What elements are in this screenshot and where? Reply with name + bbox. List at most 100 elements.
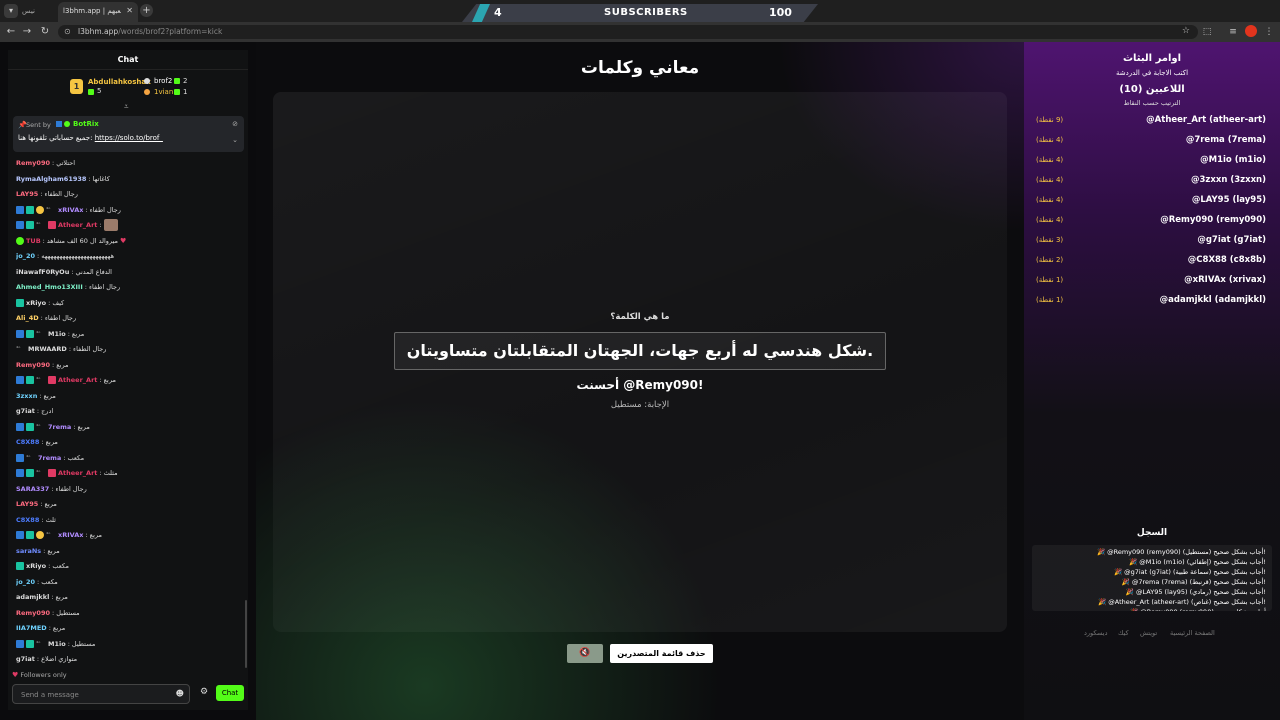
pinned-link[interactable]: https://solo.to/brof_ xyxy=(95,134,163,142)
collapse-icon[interactable]: ⩡ xyxy=(124,102,129,112)
send-chat-button[interactable]: Chat xyxy=(216,685,244,701)
footer-link[interactable]: ديسكورد xyxy=(1084,629,1107,637)
chat-username[interactable]: Atheer_Art xyxy=(58,376,97,384)
tab-inactive-label: نيس xyxy=(22,7,35,15)
chat-username[interactable]: Ahmed_Hmo13XIII xyxy=(16,283,83,291)
chat-message: ⁴ᵒ 7rema: مكعب xyxy=(16,451,242,465)
chat-username[interactable]: g7iat xyxy=(16,407,35,415)
chat-separator: : xyxy=(37,577,40,586)
log-entry: 🎉 @Remy090 (remy090) أجاب بشكل صحيح (مست… xyxy=(1096,548,1266,556)
chat-username[interactable]: Remy090 xyxy=(16,159,50,167)
leaderboard-title: اوامر البثاث xyxy=(1122,53,1182,64)
og-badge-icon: ⁴ᵒ xyxy=(26,454,31,461)
subscriber-goal-label: SUBSCRIBERS xyxy=(604,7,688,18)
leaderboard-player-name: @7rema (7rema) xyxy=(1185,135,1266,145)
chat-settings-gear-icon[interactable]: ⚙ xyxy=(200,687,208,697)
chat-scrollbar[interactable] xyxy=(245,600,247,668)
back-arrow-icon[interactable]: ← xyxy=(4,25,18,39)
chat-separator: : xyxy=(99,221,102,229)
chat-message: ⁴ᵒ Atheer_Art: xyxy=(16,218,242,232)
reload-icon[interactable]: ↻ xyxy=(38,25,52,39)
gifter-2-name[interactable]: brof2 xyxy=(154,77,172,85)
gifter-rank-badge: 1 xyxy=(70,79,83,94)
followers-only-text: Followers only xyxy=(20,671,67,679)
chat-message-list[interactable]: Remy090: احتلاتي RymaAlgham61938: كاغاتها LA… xyxy=(8,156,244,668)
chat-username[interactable]: g7iat xyxy=(16,655,35,663)
tab-inactive[interactable]: نيس xyxy=(22,4,58,18)
chat-input-box: ☻ xyxy=(12,684,190,704)
site-info-icon[interactable]: ⊙ xyxy=(64,27,71,36)
chat-username[interactable]: C8X88 xyxy=(16,516,39,524)
media-control-icon[interactable]: ≡ xyxy=(1226,25,1240,39)
forward-arrow-icon[interactable]: → xyxy=(20,25,34,39)
chat-username[interactable]: MRWAARD xyxy=(28,345,67,353)
pinned-text: جميع حساباتي تلقونها هنا: https://solo.t… xyxy=(18,134,163,142)
chat-message: IIA7MED: مربع xyxy=(16,621,242,635)
chat-message: Remy090: احتلاتي xyxy=(16,156,242,170)
chat-message-text: مستطيل xyxy=(56,608,80,617)
browser-menu-icon[interactable]: ⋮ xyxy=(1262,25,1276,39)
chat-username[interactable]: Atheer_Art xyxy=(58,221,97,229)
profile-avatar[interactable] xyxy=(1245,25,1257,37)
chat-username[interactable]: jo_20 xyxy=(16,578,35,586)
chat-username[interactable]: C8X88 xyxy=(16,438,39,446)
kick-badge-icon xyxy=(16,329,24,338)
footer-links: الصفحة الرئيسية تويتش كيك ديسكورد xyxy=(1024,629,1280,639)
chat-username[interactable]: 3zxxn xyxy=(16,392,37,400)
log-list[interactable]: 🎉 @Remy090 (remy090) أجاب بشكل صحيح (مست… xyxy=(1032,545,1272,611)
tab-close-icon[interactable]: ✕ xyxy=(126,6,133,15)
chat-username[interactable]: RymaAlgham61938 xyxy=(16,175,86,183)
address-bar[interactable]: ⊙ l3bhm.app/words/brof2?platform=kick ☆ xyxy=(58,25,1198,39)
gifter-1-name[interactable]: Abdullahkoshak xyxy=(88,78,151,86)
leaderboard-player-name: @g7iat (g7iat) xyxy=(1197,235,1266,245)
chat-username[interactable]: Remy090 xyxy=(16,609,50,617)
footer-link[interactable]: كيك xyxy=(1118,629,1129,637)
chat-username[interactable]: SARA337 xyxy=(16,485,49,493)
pinned-bot-name[interactable]: BotRix xyxy=(73,120,99,128)
gifter-3-name[interactable]: 1vian xyxy=(154,88,173,96)
tab-active[interactable]: l3bhm.app | العبهم ✕ xyxy=(58,2,138,22)
chat-username[interactable]: LAY95 xyxy=(16,500,38,508)
sound-toggle-icon[interactable]: 🔇 xyxy=(567,644,603,663)
chat-username[interactable]: Remy090 xyxy=(16,361,50,369)
footer-link[interactable]: الصفحة الرئيسية xyxy=(1170,629,1215,637)
tab-search-icon[interactable]: ▾ xyxy=(4,4,18,18)
chat-separator: : xyxy=(52,159,55,167)
new-tab-icon[interactable]: + xyxy=(140,4,153,17)
chat-username[interactable]: 7rema xyxy=(48,423,71,431)
chat-username[interactable]: jo_20 xyxy=(16,252,35,260)
chat-message-text: مستطيل xyxy=(71,639,96,648)
chat-input[interactable] xyxy=(21,689,171,701)
chat-username[interactable]: xRIVAx xyxy=(58,206,83,214)
chat-username[interactable]: xRIVAx xyxy=(58,531,83,539)
clear-leaderboard-button[interactable]: حذف قائمة المتصدرين xyxy=(610,644,713,663)
bookmark-star-icon[interactable]: ☆ xyxy=(1182,26,1190,36)
chat-username[interactable]: xRiyo xyxy=(26,299,46,307)
chat-username[interactable]: M1io xyxy=(48,330,66,338)
log-entry: 🎉 @LAY95 (lay95) أجاب بشكل صحيح (رمادي)! xyxy=(1125,588,1266,596)
chat-username[interactable]: LAY95 xyxy=(16,190,38,198)
og-badge-icon: ⁴ᵒ xyxy=(16,346,21,352)
answer-text: الإجابة: مستطيل xyxy=(610,400,670,410)
chat-username[interactable]: TUB xyxy=(26,237,41,245)
unpin-icon[interactable]: ⊘ xyxy=(232,120,238,128)
footer-link[interactable]: تويتش xyxy=(1140,629,1157,637)
kick-badge-icon xyxy=(16,205,24,214)
chat-message: ⁴ᵒ 7rema: مربع xyxy=(16,420,242,434)
chat-username[interactable]: M1io xyxy=(48,640,66,648)
chat-username[interactable]: saraNs xyxy=(16,547,41,555)
chat-username[interactable]: Atheer_Art xyxy=(58,469,97,477)
chat-username[interactable]: IIA7MED xyxy=(16,624,47,632)
chat-username[interactable]: 7rema xyxy=(38,454,61,462)
chevron-down-icon[interactable]: ⌄ xyxy=(232,136,238,144)
extensions-icon[interactable]: ⬚ xyxy=(1200,25,1214,39)
chat-username[interactable]: adamjkkl xyxy=(16,593,49,601)
chat-separator: : xyxy=(51,484,54,493)
chat-message-text: مكعب xyxy=(67,453,85,462)
chat-username[interactable]: xRiyo xyxy=(26,562,46,570)
leaderboard-player-name: @xRIVAx (xrivax) xyxy=(1184,275,1266,285)
chat-username[interactable]: iNawafF0RyOu xyxy=(16,268,69,276)
chat-message: TUB: ميروالد ال 60 الف مشاهد ♥ xyxy=(16,234,242,248)
emoji-icon[interactable]: ☻ xyxy=(176,689,184,698)
chat-username[interactable]: Ali_4D xyxy=(16,314,39,322)
